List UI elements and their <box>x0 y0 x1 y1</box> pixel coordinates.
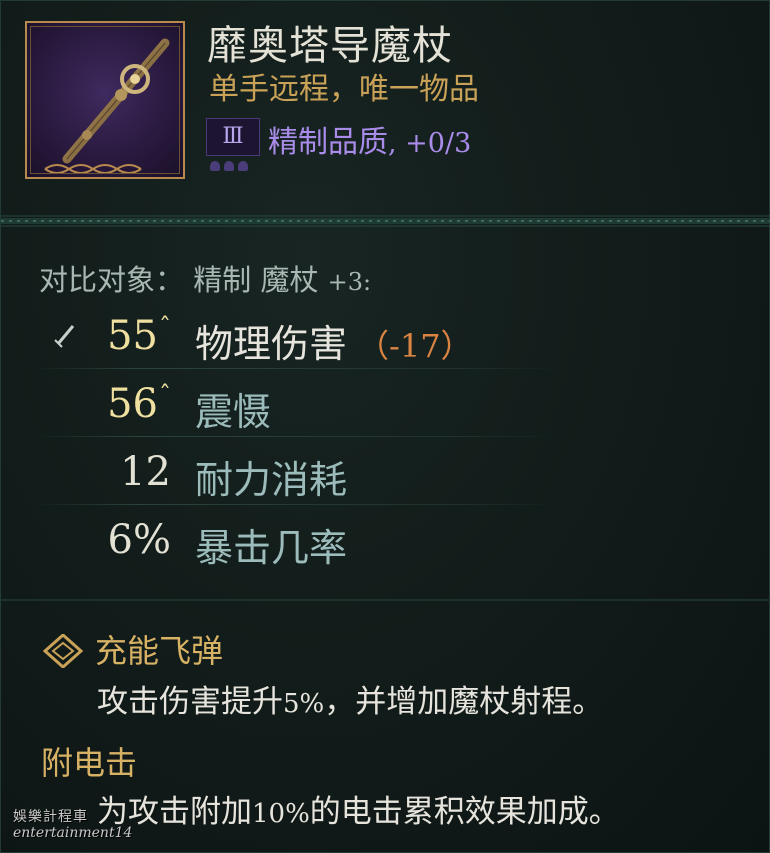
ornate-divider <box>1 215 770 227</box>
ability-description: 攻击伤害提升5%，并增加魔杖射程。 <box>97 684 604 720</box>
stat-label: 暴击几率 <box>195 526 348 570</box>
stat-row-stagger: 56ˆ 震慑 <box>1 375 601 437</box>
item-type: 单手远程，唯一物品 <box>209 72 479 107</box>
quality-label: 精制品质, +0/3 <box>268 117 471 161</box>
magic-wand-icon <box>44 38 170 174</box>
compare-level: +3: <box>327 268 372 296</box>
item-tooltip: 靡奥塔导魔杖 单手远程，唯一物品 Ⅲ 精制品质, +0/3 对比对象： 精制 魔… <box>0 0 770 853</box>
stat-label: 耐力消耗 <box>195 458 348 502</box>
stat-value: 12 <box>120 449 171 495</box>
stat-delta: （-17） <box>357 327 473 365</box>
sword-icon <box>54 325 75 348</box>
quality-value: , +0/3 <box>388 128 472 159</box>
effect-title: 附电击 <box>41 744 138 782</box>
stat-row-stamina-cost: 12 耐力消耗 <box>1 443 601 505</box>
compare-line: 对比对象： 精制 魔杖 +3: <box>39 257 371 299</box>
section-divider <box>1 599 770 601</box>
stat-value: 6% <box>107 517 171 563</box>
quality-text: 精制品质 <box>268 125 388 160</box>
compare-label: 对比对象： <box>39 263 185 297</box>
quality-pips <box>210 156 258 171</box>
stat-row-crit-chance: 6% 暴击几率 <box>1 511 601 573</box>
stat-value: 55ˆ <box>107 313 171 359</box>
stat-label: 震慑 <box>195 390 272 434</box>
rarity-badge: Ⅲ <box>206 118 260 156</box>
stat-value: 56ˆ <box>107 381 171 427</box>
upgrade-caret-icon: ˆ <box>159 313 171 341</box>
watermark: 娛樂計程車 entertainment14 <box>13 809 133 841</box>
stat-row-physical-damage: 55ˆ 物理伤害 （-17） <box>1 307 601 369</box>
diamond-icon <box>43 634 83 668</box>
upgrade-caret-icon: ˆ <box>159 381 171 409</box>
effect-description: 为攻击附加10%的电击累积效果加成。 <box>97 794 620 830</box>
compare-target: 精制 魔杖 <box>193 263 319 297</box>
item-icon-frame <box>25 21 185 179</box>
ability-title: 充能飞弹 <box>95 632 224 670</box>
stat-label: 物理伤害 （-17） <box>195 322 473 366</box>
item-name: 靡奥塔导魔杖 <box>207 23 453 69</box>
